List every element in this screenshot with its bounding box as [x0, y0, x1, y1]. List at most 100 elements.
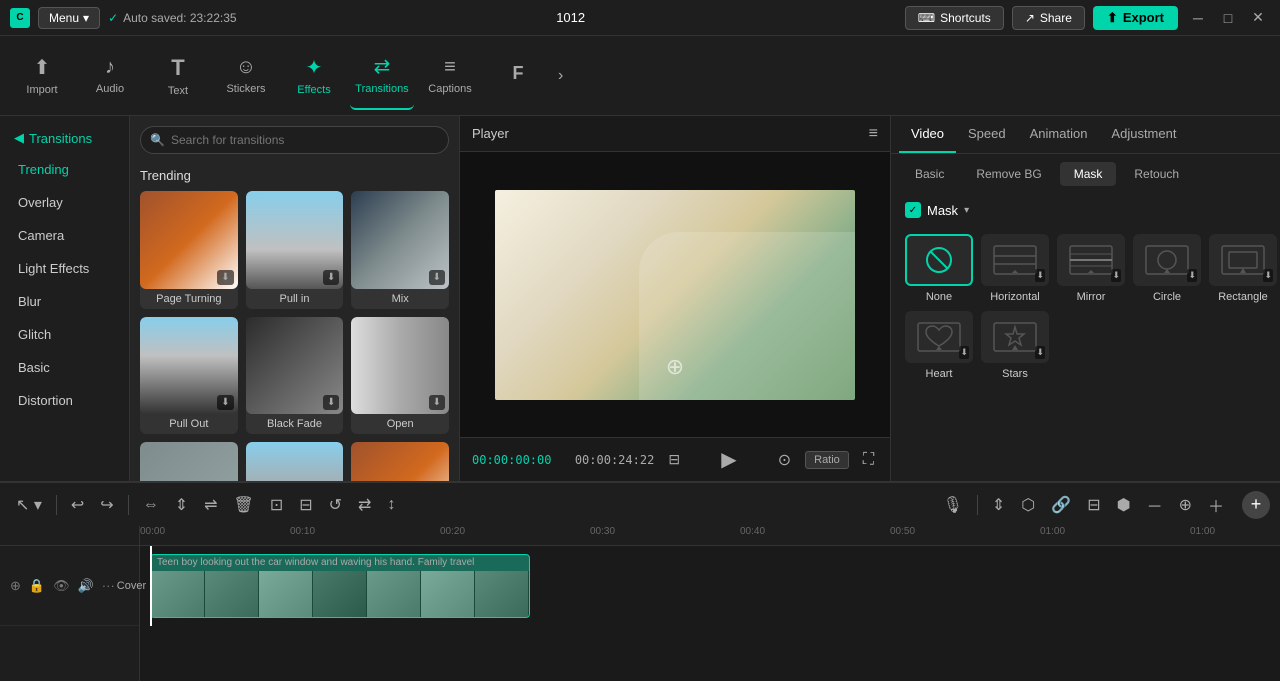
transition-black-fade[interactable]: ⬇ Black Fade [246, 317, 344, 435]
import-icon: ⬆ [34, 55, 51, 80]
tool-captions[interactable]: ≡ Captions [418, 42, 482, 110]
close-button[interactable]: ✕ [1246, 6, 1270, 30]
sidebar-item-light-effects[interactable]: Light Effects [4, 253, 125, 284]
tool-transitions[interactable]: ⇄ Transitions [350, 42, 414, 110]
list-view-button[interactable]: ⊟ [664, 447, 684, 472]
download-icon: ⬇ [1035, 346, 1045, 359]
screenshot-button[interactable]: ⊙ [774, 446, 795, 474]
track-icon-audio[interactable]: 🔊 [76, 576, 96, 596]
tool-f[interactable]: F [486, 42, 550, 110]
track-content: 00:00 00:10 00:20 00:30 00:40 00:50 01:0… [140, 526, 1280, 681]
shortcuts-button[interactable]: ⌨ Shortcuts [905, 6, 1004, 30]
detach-button[interactable]: ⬡ [1015, 491, 1041, 519]
sidebar-item-distortion[interactable]: Distortion [4, 385, 125, 416]
mask-item-rectangle[interactable]: ⬇ Rectangle [1209, 234, 1277, 303]
tool-stickers[interactable]: ☺ Stickers [214, 42, 278, 110]
player-controls: 00:00:00:00 00:00:24:22 ⊟ ▶ ⊙ Ratio ⛶ [460, 437, 890, 481]
player-menu-icon[interactable]: ≡ [869, 125, 878, 143]
export-button[interactable]: ⬆ Export [1093, 6, 1178, 30]
track-icon-eye[interactable]: 👁 [51, 576, 72, 596]
transition-pull-out[interactable]: ⬇ Pull Out [140, 317, 238, 435]
track-icon-more[interactable]: ··· [100, 576, 117, 596]
shortcuts-icon: ⌨ [918, 11, 935, 25]
tab-adjustment[interactable]: Adjustment [1099, 116, 1188, 153]
transition-open[interactable]: ⬇ Open [351, 317, 449, 435]
zoom-out-button[interactable]: － [1141, 489, 1169, 521]
sidebar-item-basic[interactable]: Basic [4, 352, 125, 383]
tab-speed[interactable]: Speed [956, 116, 1018, 153]
sidebar-item-camera[interactable]: Camera [4, 220, 125, 251]
transition-more-3-thumb [351, 442, 449, 481]
shield-button[interactable]: ⊡ [264, 491, 289, 519]
frame-button[interactable]: ⊟ [293, 491, 318, 519]
mask-item-none[interactable]: None [905, 234, 973, 303]
mic-button[interactable]: 🎙 [937, 491, 969, 519]
mask-thumb-mirror: ⬇ [1057, 234, 1125, 286]
multitrack-button[interactable]: ⊟ [1081, 491, 1106, 519]
tool-import[interactable]: ⬆ Import [10, 42, 74, 110]
subtab-remove-bg[interactable]: Remove BG [962, 162, 1055, 186]
link-button[interactable]: 🔗 [1045, 491, 1077, 519]
search-input[interactable] [140, 126, 449, 154]
menu-button[interactable]: Menu ▾ [38, 7, 100, 29]
transition-more-1[interactable] [140, 442, 238, 481]
storyboard-button[interactable]: ⬢ [1111, 491, 1137, 519]
split-button[interactable]: ⇔ [137, 492, 165, 518]
mask-collapse-icon[interactable]: ▾ [964, 205, 969, 216]
mask-item-horizontal[interactable]: ⬇ Horizontal [981, 234, 1049, 303]
subtab-mask[interactable]: Mask [1060, 162, 1117, 186]
loop-button[interactable]: ↺ [323, 491, 348, 519]
mask-checkbox[interactable]: ✓ [905, 202, 921, 218]
tool-effects[interactable]: ✦ Effects [282, 42, 346, 110]
transition-pull-in[interactable]: ⬇ Pull in [246, 191, 344, 309]
sidebar-item-trending[interactable]: Trending [4, 154, 125, 185]
play-button[interactable]: ▶ [717, 443, 740, 476]
sidebar-item-overlay[interactable]: Overlay [4, 187, 125, 218]
delete-button[interactable]: 🗑 [228, 491, 260, 519]
transition-mix[interactable]: ⬇ Mix [351, 191, 449, 309]
zoom-level-button[interactable]: ⊕ [1173, 491, 1198, 519]
tool-audio-label: Audio [96, 83, 124, 95]
select-tool-button[interactable]: ↖ ▾ [10, 491, 48, 519]
transition-more-2[interactable] [246, 442, 344, 481]
toolbar-more-button[interactable]: › [558, 67, 563, 85]
clip-frame-7 [475, 571, 529, 617]
tab-animation[interactable]: Animation [1018, 116, 1100, 153]
video-clip[interactable]: Teen boy looking out the car window and … [150, 554, 530, 618]
track-icon-plus[interactable]: ⊕ [8, 576, 23, 596]
maximize-button[interactable]: □ [1216, 6, 1240, 30]
ratio-button[interactable]: Ratio [805, 451, 849, 469]
tab-video[interactable]: Video [899, 116, 956, 153]
flip-v-button[interactable]: ↕ [381, 492, 401, 518]
mask-item-circle[interactable]: ⬇ Circle [1133, 234, 1201, 303]
download-icon: ⬇ [959, 346, 969, 359]
minimize-button[interactable]: ─ [1186, 6, 1210, 30]
subtab-retouch[interactable]: Retouch [1120, 162, 1193, 186]
track-height-button[interactable]: ⇕ [986, 491, 1011, 519]
mask-item-stars[interactable]: ⬇ Stars [981, 311, 1049, 380]
tool-audio[interactable]: ♪ Audio [78, 42, 142, 110]
trim-button[interactable]: ⇌ [198, 491, 223, 519]
add-track-button[interactable]: + [1242, 491, 1270, 519]
redo-button[interactable]: ↪ [94, 491, 119, 519]
undo-button[interactable]: ↩ [65, 491, 90, 519]
fullscreen-button[interactable]: ⛶ [859, 447, 878, 473]
zoom-in-button[interactable]: ＋ [1202, 489, 1230, 521]
mask-item-mirror[interactable]: ⬇ Mirror [1057, 234, 1125, 303]
transition-more-3[interactable] [351, 442, 449, 481]
sidebar-item-blur[interactable]: Blur [4, 286, 125, 317]
transition-page-turning[interactable]: ⬇ Page Turning [140, 191, 238, 309]
subtab-basic[interactable]: Basic [901, 162, 958, 186]
mask-item-heart[interactable]: ⬇ Heart [905, 311, 973, 380]
ruler-mark-0: 00:00 [140, 526, 165, 537]
crop-button[interactable]: ⇕ [169, 491, 194, 519]
right-panel-tabs: Video Speed Animation Adjustment [891, 116, 1280, 154]
tool-text[interactable]: T Text [146, 42, 210, 110]
share-button[interactable]: ↗ Share [1012, 6, 1085, 30]
toolbar-separator-3 [977, 495, 978, 515]
flip-h-button[interactable]: ⇄ [352, 491, 377, 519]
track-icon-lock[interactable]: 🔒 [27, 576, 47, 596]
ruler-mark-61: 01:00 [1190, 526, 1215, 537]
sidebar-item-glitch[interactable]: Glitch [4, 319, 125, 350]
clip-frame-2 [205, 571, 259, 617]
